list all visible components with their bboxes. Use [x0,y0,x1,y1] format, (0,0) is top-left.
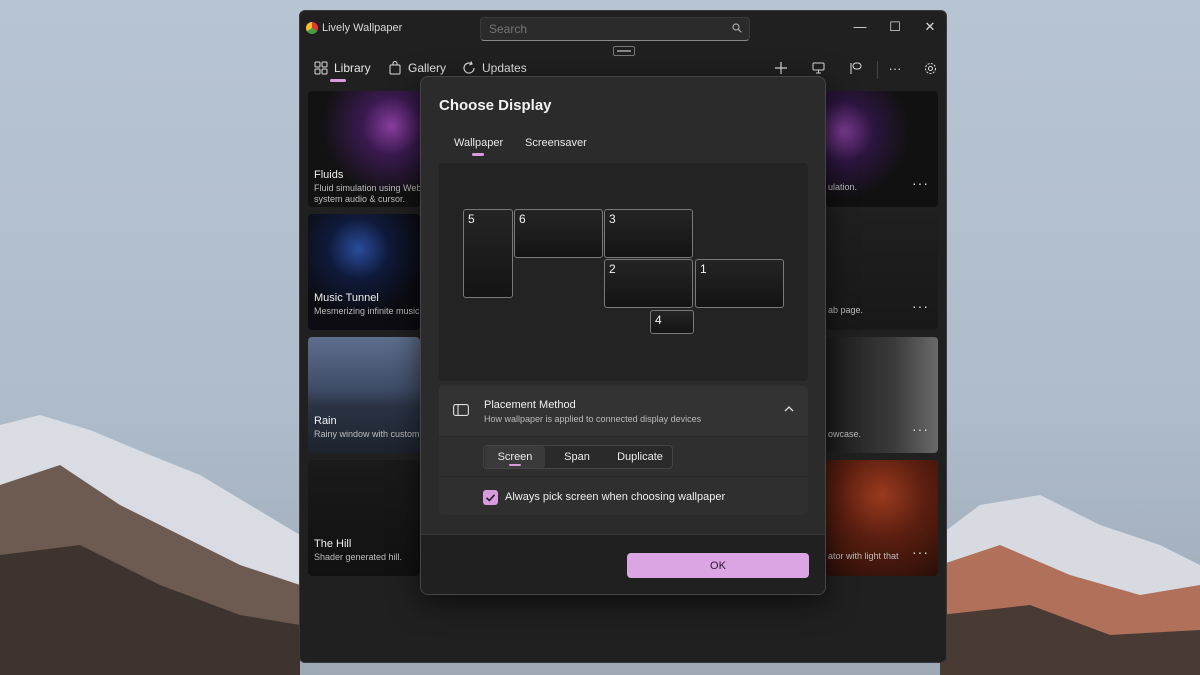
card-more-button[interactable]: ··· [912,421,929,437]
card-title: Fluids [314,169,344,181]
search-input[interactable] [480,17,750,41]
card-description: Rainy window with custom [314,429,420,439]
card-description: Mesmerizing infinite music [314,306,420,316]
card-description: owcase. [828,429,862,439]
monitor-icon [812,62,824,74]
card-title: Music Tunnel [314,292,379,304]
display-5[interactable]: 5 [463,209,513,298]
tab-screensaver[interactable]: Screensaver [525,137,587,149]
plus-icon [775,62,787,74]
always-pick-screen-label: Always pick screen when choosing wallpap… [505,491,726,503]
card-title: The Hill [314,538,352,550]
dialog-title: Choose Display [439,97,552,114]
segment-selection-indicator [509,464,521,466]
library-card-rain[interactable]: Rain Rainy window with custom [308,337,420,453]
nav-label-updates: Updates [482,61,527,75]
lively-logo-icon [306,22,318,34]
placement-method-title: Placement Method [484,399,576,411]
tab-selection-indicator [472,153,484,156]
desktop-mountain-right [940,495,1200,675]
nav-item-library[interactable]: Library [314,55,371,81]
maximize-button[interactable]: ☐ [882,15,908,39]
library-card-right-2[interactable]: ab page. ··· [826,214,938,330]
card-more-button[interactable]: ··· [912,175,929,191]
library-card-the-hill[interactable]: The Hill Shader generated hill. [308,460,420,576]
library-card-music-tunnel[interactable]: Music Tunnel Mesmerizing infinite music [308,214,420,330]
choose-display-dialog: Choose Display Wallpaper Screensaver 5 6… [420,76,826,595]
settings-button[interactable] [919,57,941,79]
card-title: Rain [314,415,337,427]
display-layout-area: 5 6 3 2 1 4 [439,163,808,381]
divider [439,476,808,477]
display-1[interactable]: 1 [695,259,784,308]
card-description: ab page. [828,305,864,315]
refresh-icon [463,61,475,74]
minimize-button[interactable]: — [847,15,873,39]
library-card-fluids[interactable]: Fluids Fluid simulation using Web system… [308,91,420,207]
app-title: Lively Wallpaper [322,22,403,34]
placement-method-content: Screen Span Duplicate Always pick screen… [439,437,808,515]
close-button[interactable]: ✕ [917,15,943,39]
display-4[interactable]: 4 [650,310,694,334]
more-options-button[interactable]: ··· [884,57,906,79]
panel-icon [850,62,861,74]
gear-icon [924,62,936,74]
checkmark-icon [485,494,496,502]
ok-button[interactable]: OK [627,553,809,578]
card-more-button[interactable]: ··· [912,298,929,314]
placement-option-duplicate[interactable]: Duplicate [607,446,673,468]
toolbar-separator [877,61,878,79]
card-description: system audio & cursor. [314,194,406,204]
library-card-right-4[interactable]: ator with light that ··· [826,460,938,576]
card-more-button[interactable]: ··· [912,544,929,560]
control-panel-button[interactable] [844,57,866,79]
window-layout-icon [453,404,469,416]
display-3[interactable]: 3 [604,209,693,258]
library-card-right-1[interactable]: ulation. ··· [826,91,938,207]
bag-icon [389,61,401,75]
nav-label-gallery: Gallery [408,61,447,75]
library-card-right-3[interactable]: owcase. ··· [826,337,938,453]
nav-selection-indicator [330,79,346,82]
card-description: ator with light that [828,551,899,561]
display-2[interactable]: 2 [604,259,693,308]
title-bar: Lively Wallpaper — ☐ ✕ [300,11,946,56]
placement-method-subtitle: How wallpaper is applied to connected di… [484,414,702,424]
search-icon[interactable] [732,23,742,33]
tab-wallpaper[interactable]: Wallpaper [454,137,503,149]
dialog-footer: OK [421,534,825,594]
card-description: Shader generated hill. [314,552,403,562]
card-description: ulation. [828,182,858,192]
placement-method-expander[interactable]: Placement Method How wallpaper is applie… [439,386,808,436]
display-6[interactable]: 6 [514,209,603,258]
desktop-mountain-left [0,415,300,675]
placement-option-span[interactable]: Span [547,446,607,468]
card-description: Fluid simulation using Web [314,183,420,193]
chevron-up-icon[interactable] [784,405,794,413]
placement-segmented-control: Screen Span Duplicate [483,445,673,469]
grid-icon [314,61,328,75]
always-pick-screen-checkbox[interactable] [483,490,498,505]
nav-label-library: Library [334,61,371,75]
